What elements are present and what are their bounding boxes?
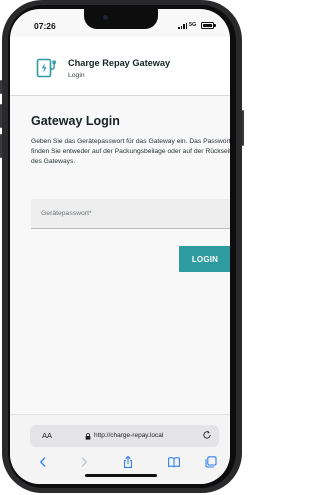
password-input[interactable] bbox=[31, 199, 230, 229]
home-indicator bbox=[85, 474, 157, 477]
signal-icon bbox=[178, 23, 187, 29]
login-description: Geben Sie das Gerätepasswort für das Gat… bbox=[31, 138, 230, 166]
app-title: Charge Repay Gateway bbox=[68, 58, 171, 68]
network-type: 5G bbox=[189, 21, 197, 28]
battery-icon bbox=[201, 22, 216, 29]
forward-icon[interactable] bbox=[77, 455, 91, 469]
page-title: Gateway Login bbox=[31, 114, 120, 128]
bookmarks-icon[interactable] bbox=[167, 455, 181, 469]
phone-frame: 07:26 5G Charge Repay Gateway Login Gate… bbox=[0, 0, 245, 495]
power-button bbox=[242, 110, 244, 146]
app-header: Charge Repay Gateway Login bbox=[10, 37, 230, 96]
volume-up-button bbox=[0, 104, 2, 128]
volume-down-button bbox=[0, 134, 2, 158]
charger-plug-icon bbox=[36, 58, 56, 78]
reload-icon[interactable] bbox=[202, 430, 212, 440]
lock-icon bbox=[85, 432, 91, 440]
share-icon[interactable] bbox=[121, 455, 135, 469]
browser-toolbar bbox=[10, 452, 230, 472]
mute-switch bbox=[0, 80, 2, 94]
camera-icon bbox=[103, 15, 108, 20]
app-subtitle: Login bbox=[68, 72, 85, 79]
tabs-icon[interactable] bbox=[204, 455, 218, 469]
status-time: 07:26 bbox=[34, 21, 56, 31]
text-size-button[interactable]: AA bbox=[42, 431, 52, 440]
address-bar[interactable]: AA http://charge-repay.local bbox=[30, 425, 219, 447]
notch bbox=[84, 9, 158, 29]
url-text[interactable]: http://charge-repay.local bbox=[94, 432, 163, 439]
back-icon[interactable] bbox=[36, 455, 50, 469]
login-button[interactable]: LOGIN bbox=[179, 246, 230, 272]
screen: 07:26 5G Charge Repay Gateway Login Gate… bbox=[10, 9, 230, 484]
